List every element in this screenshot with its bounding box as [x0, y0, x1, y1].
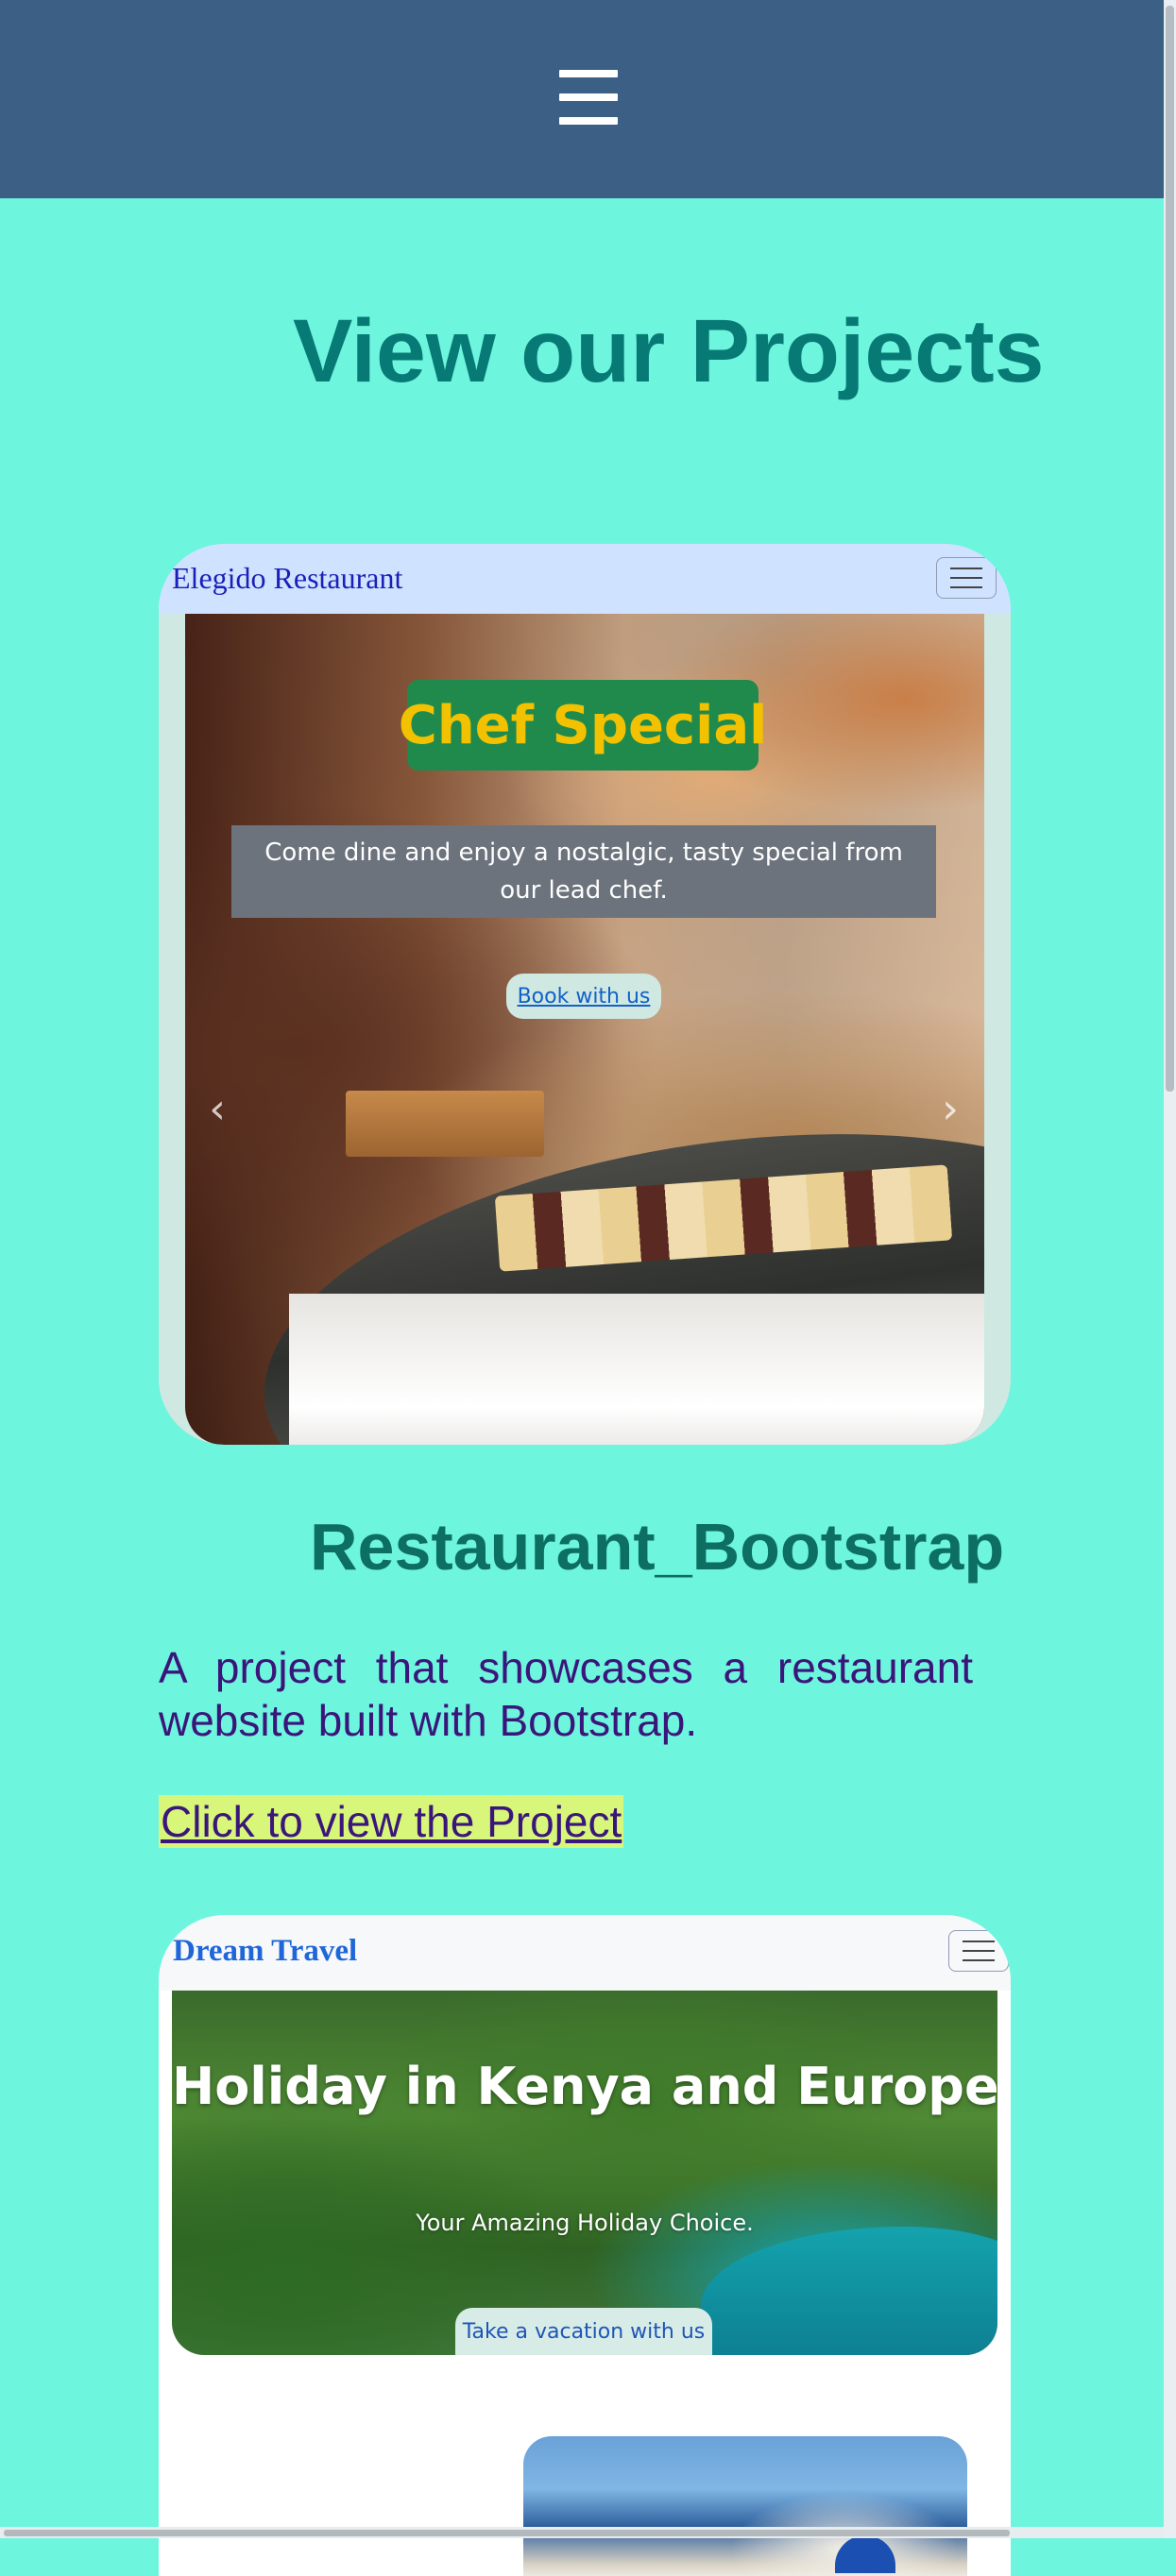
chevron-right-icon[interactable]: › — [931, 1085, 969, 1133]
preview-carousel: Chef Special Come dine and enjoy a nosta… — [185, 614, 984, 1445]
hamburger-icon[interactable] — [559, 70, 618, 125]
project-description: A project that showcases a restaurant we… — [159, 1643, 973, 1745]
page-title: View our Projects — [293, 301, 1045, 401]
cake-image — [346, 1091, 544, 1157]
view-project-link[interactable]: Click to view the Project — [159, 1795, 624, 1848]
carousel-caption: Come dine and enjoy a nostalgic, tasty s… — [231, 825, 936, 918]
vertical-scrollbar[interactable] — [1164, 0, 1176, 2538]
preview-brand[interactable]: Elegido Restaurant — [172, 561, 402, 596]
preview-navbar: Elegido Restaurant — [159, 544, 1011, 614]
counter-base-image — [289, 1294, 984, 1445]
preview-navbar: Dream Travel — [159, 1915, 1011, 1991]
horizontal-scrollbar-thumb[interactable] — [4, 2530, 1010, 2536]
project-preview-restaurant: Elegido Restaurant Chef Special Come din… — [159, 544, 1011, 1445]
santorini-image — [523, 2436, 967, 2576]
dome-image — [835, 2535, 895, 2573]
project-preview-travel: Dream Travel Holiday in Kenya and Europe… — [159, 1915, 1011, 2576]
preview-hero: Holiday in Kenya and Europe Your Amazing… — [172, 1991, 997, 2355]
preview-menu-toggle-icon[interactable] — [948, 1930, 1009, 1972]
book-button[interactable]: Book with us — [506, 974, 661, 1019]
vacation-button[interactable]: Take a vacation with us — [455, 2308, 712, 2355]
horizontal-scrollbar[interactable] — [0, 2527, 1164, 2538]
project-title: Restaurant_Bootstrap — [310, 1510, 1005, 1584]
hero-heading: Holiday in Kenya and Europe — [172, 2057, 997, 2116]
carousel-heading: Chef Special — [399, 680, 767, 771]
lake-image — [701, 2227, 997, 2355]
hero-subheading: Your Amazing Holiday Choice. — [416, 2210, 754, 2236]
chevron-left-icon[interactable]: ‹ — [198, 1085, 236, 1133]
top-navbar — [0, 0, 1164, 198]
vertical-scrollbar-thumb[interactable] — [1166, 6, 1174, 1092]
preview-brand[interactable]: Dream Travel — [173, 1934, 357, 1969]
preview-menu-toggle-icon[interactable] — [936, 557, 997, 599]
